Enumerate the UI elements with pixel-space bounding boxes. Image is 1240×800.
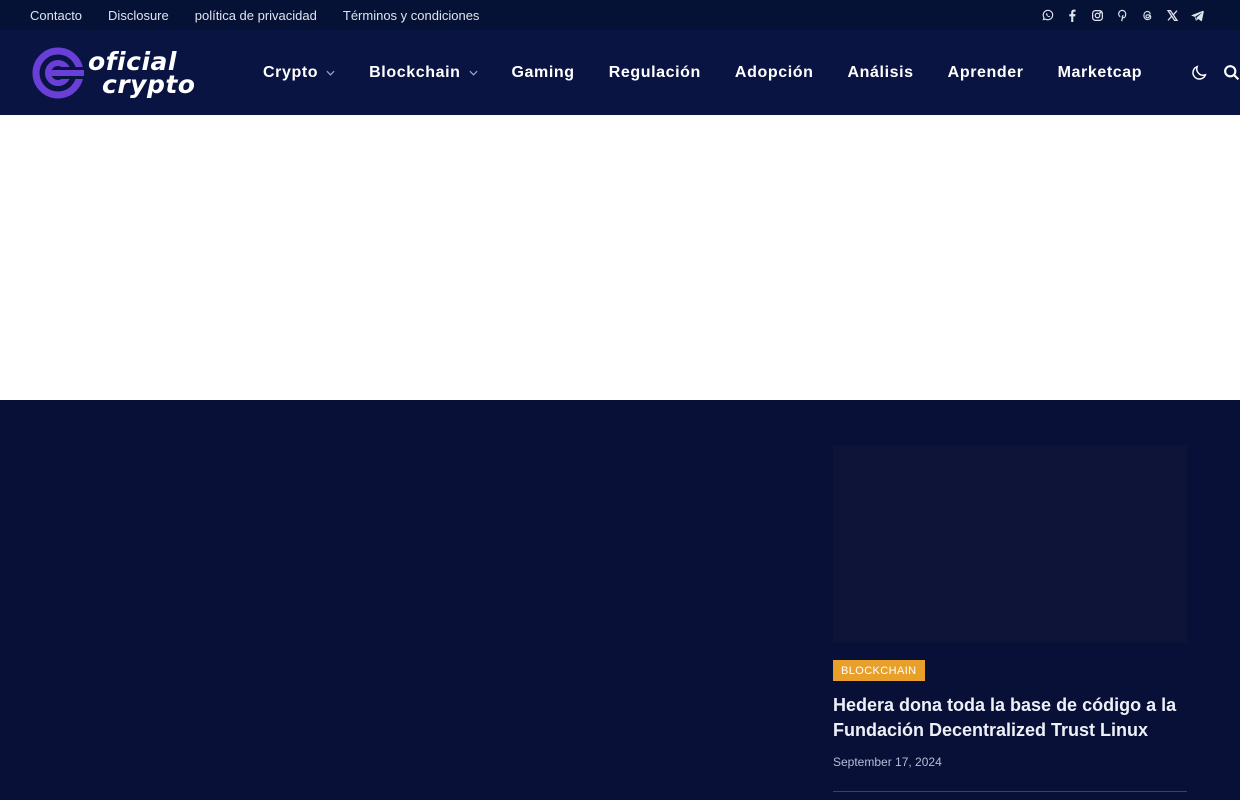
main-navbar: oficial crypto Crypto Blockchain Gaming … xyxy=(0,30,1240,115)
menu-item-regulacion[interactable]: Regulación xyxy=(609,64,701,82)
featured-post-card: Blockchain Hedera dona toda la base de c… xyxy=(833,445,1187,792)
menu-item-adopcion[interactable]: Adopción xyxy=(735,64,814,82)
menu-item-label: Análisis xyxy=(847,63,914,81)
divider xyxy=(833,791,1187,792)
whatsapp-icon[interactable] xyxy=(1035,0,1060,30)
chevron-down-icon xyxy=(468,68,478,77)
menu-item-aprender[interactable]: Aprender xyxy=(948,64,1024,82)
menu-item-label: Gaming xyxy=(511,63,575,81)
top-link-terminos[interactable]: Términos y condiciones xyxy=(343,8,480,23)
top-link-privacidad[interactable]: política de privacidad xyxy=(195,8,317,23)
menu-item-label: Regulación xyxy=(608,63,701,81)
menu-item-label: Adopción xyxy=(734,63,814,81)
x-icon[interactable] xyxy=(1160,0,1185,30)
post-title[interactable]: Hedera dona toda la base de código a la … xyxy=(833,693,1187,743)
social-links xyxy=(1035,0,1210,30)
menu-item-label: Marketcap xyxy=(1057,63,1143,81)
category-badge[interactable]: Blockchain xyxy=(833,660,925,681)
top-bar: Contacto Disclosure política de privacid… xyxy=(0,0,1240,30)
menu-item-crypto[interactable]: Crypto xyxy=(263,64,335,82)
menu-item-label: Aprender xyxy=(947,63,1024,81)
menu-item-gaming[interactable]: Gaming xyxy=(512,64,575,82)
threads-icon[interactable] xyxy=(1135,0,1160,30)
telegram-icon[interactable] xyxy=(1185,0,1210,30)
menu-item-blockchain[interactable]: Blockchain xyxy=(369,63,478,82)
chevron-down-icon xyxy=(326,68,335,77)
menu-item-label: Blockchain xyxy=(369,63,461,81)
logo-text-line2: crypto xyxy=(102,70,196,99)
menu-item-marketcap[interactable]: Marketcap xyxy=(1058,64,1143,82)
content-section: Blockchain Hedera dona toda la base de c… xyxy=(0,400,1240,800)
top-link-contacto[interactable]: Contacto xyxy=(30,8,82,23)
site-logo[interactable]: oficial crypto xyxy=(32,46,232,100)
post-date: September 17, 2024 xyxy=(833,755,942,769)
main-menu: Crypto Blockchain Gaming Regulación Adop… xyxy=(263,30,1176,115)
menu-item-analisis[interactable]: Análisis xyxy=(848,64,914,82)
facebook-icon[interactable] xyxy=(1060,0,1085,30)
logo-wordmark: oficial crypto xyxy=(88,49,195,97)
search-icon[interactable] xyxy=(1222,63,1240,81)
instagram-icon[interactable] xyxy=(1085,0,1110,30)
menu-item-label: Crypto xyxy=(263,63,319,81)
pinterest-icon[interactable] xyxy=(1110,0,1135,30)
moon-icon[interactable] xyxy=(1190,63,1208,81)
top-links: Contacto Disclosure política de privacid… xyxy=(0,8,505,23)
top-link-disclosure[interactable]: Disclosure xyxy=(108,8,169,23)
logo-mark-icon xyxy=(32,47,84,99)
ad-placeholder xyxy=(0,115,1240,400)
post-thumbnail[interactable] xyxy=(833,445,1187,643)
